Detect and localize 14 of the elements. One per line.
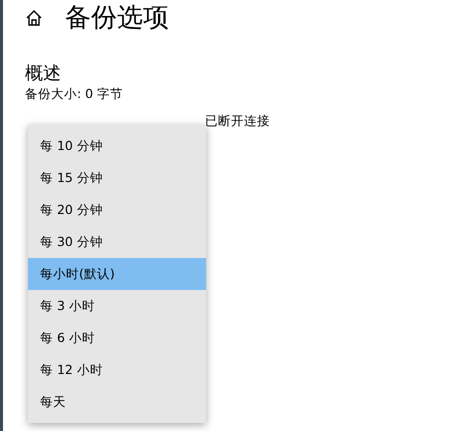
dropdown-option[interactable]: 每 12 小时 (28, 354, 206, 386)
dropdown-option[interactable]: 每 30 分钟 (28, 226, 206, 258)
dropdown-option[interactable]: 每天 (28, 386, 206, 418)
dropdown-option[interactable]: 每 15 分钟 (28, 162, 206, 194)
dropdown-option[interactable]: 每 3 小时 (28, 290, 206, 322)
backup-size-text: 备份大小: 0 字节 (25, 85, 124, 104)
dropdown-option[interactable]: 每 20 分钟 (28, 194, 206, 226)
section-heading: 概述 (25, 62, 62, 86)
dropdown-option[interactable]: 每小时(默认) (28, 258, 206, 290)
dropdown-option[interactable]: 每 6 小时 (28, 322, 206, 354)
home-icon[interactable] (25, 9, 43, 27)
page-title: 备份选项 (65, 4, 169, 32)
connection-status-text: 已断开连接 (205, 113, 270, 128)
dropdown-option[interactable]: 每 10 分钟 (28, 130, 206, 162)
